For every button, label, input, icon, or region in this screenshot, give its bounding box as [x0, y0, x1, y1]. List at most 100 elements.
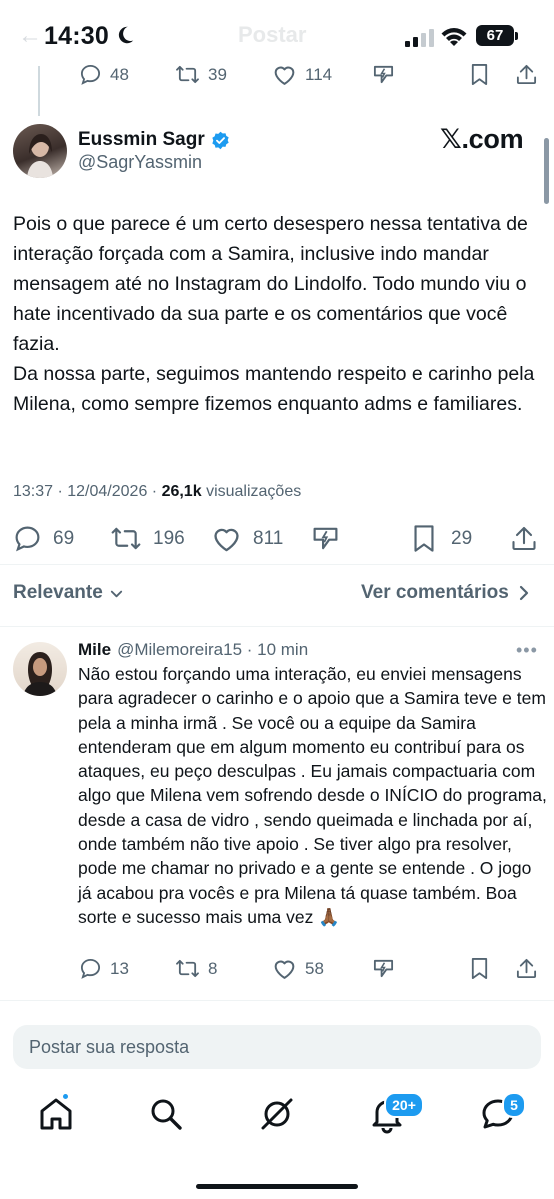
like-icon: [274, 66, 295, 85]
main-tweet-actions: 69 196 811 29: [0, 524, 554, 554]
reply-avatar[interactable]: [13, 642, 67, 696]
xcom-watermark: 𝕏.com: [440, 124, 524, 154]
repost-button[interactable]: 8: [175, 957, 217, 980]
bookmark-button[interactable]: 29: [411, 524, 472, 553]
divider: [0, 564, 554, 565]
share-button[interactable]: [515, 63, 538, 86]
reply-icon: [80, 64, 101, 85]
grok-button[interactable]: [311, 524, 340, 553]
repost-icon: [176, 959, 199, 978]
share-icon: [516, 64, 537, 85]
share-button[interactable]: [515, 957, 538, 980]
reply-author-name: Mile: [78, 640, 112, 659]
signal-icon: [405, 29, 434, 47]
header-title: Postar: [238, 22, 307, 47]
share-icon: [516, 958, 537, 979]
repost-count: 8: [208, 958, 218, 978]
battery-level: 67: [486, 27, 504, 44]
like-count: 811: [253, 527, 284, 549]
reply-button[interactable]: 69: [13, 524, 74, 553]
scrollbar[interactable]: [544, 138, 549, 204]
home-indicator: [196, 1184, 358, 1189]
reply-text: Não estou forçando uma interação, eu env…: [78, 664, 547, 927]
tweet-text-content: Pois o que parece é um certo desespero n…: [13, 213, 535, 415]
repost-count: 196: [153, 527, 185, 549]
more-options-icon[interactable]: •••: [516, 640, 538, 661]
bookmark-icon: [471, 958, 488, 979]
author-name: Eussmin Sagr: [78, 129, 205, 150]
grok-icon: [373, 65, 394, 84]
back-arrow-icon[interactable]: ←: [18, 22, 42, 50]
share-icon: [512, 526, 536, 551]
tab-search[interactable]: [146, 1094, 186, 1134]
status-bar: ← Postar 14:30 67: [0, 0, 554, 72]
share-button[interactable]: [510, 524, 538, 553]
grok-button[interactable]: [372, 957, 395, 980]
reply-count: 13: [110, 958, 129, 978]
notifications-badge: 20+: [384, 1092, 424, 1118]
messages-badge: 5: [502, 1092, 526, 1118]
chevron-down-icon: [110, 590, 122, 597]
author-avatar[interactable]: [13, 124, 67, 178]
like-count: 58: [305, 958, 324, 978]
reply-count: 69: [53, 527, 75, 549]
bookmark-button[interactable]: [469, 63, 490, 86]
grok-tab-icon: [261, 1098, 293, 1130]
battery-tip: [515, 32, 518, 40]
tweet-timestamp[interactable]: 13:37 · 12/04/2026 ·: [13, 483, 162, 500]
tab-home[interactable]: [36, 1092, 76, 1134]
wifi-icon: [441, 28, 467, 46]
search-icon: [151, 1099, 182, 1130]
author-name-row[interactable]: Eussmin Sagr: [78, 129, 230, 151]
repost-icon: [111, 527, 141, 550]
reply-button[interactable]: 48: [79, 63, 129, 86]
reply-icon: [15, 526, 40, 552]
like-icon: [214, 528, 239, 552]
reply-avatar-image: [23, 652, 57, 696]
view-comments-link[interactable]: Ver comentários: [361, 582, 531, 604]
tweet-meta: 13:37 · 12/04/2026 · 26,1k visualizações: [13, 483, 301, 501]
avatar-image: [27, 134, 53, 178]
verified-icon: [212, 131, 229, 149]
sort-label: Relevante: [13, 582, 103, 603]
like-button[interactable]: 811: [211, 524, 283, 553]
like-icon: [274, 960, 295, 979]
reply-button[interactable]: 13: [79, 957, 129, 980]
grok-button[interactable]: [372, 63, 395, 86]
chevron-right-icon: [519, 585, 528, 601]
sort-dropdown[interactable]: Relevante: [13, 582, 124, 604]
reply-header[interactable]: Mile @Milemoreira15 · 10 min: [78, 640, 308, 660]
repost-icon: [176, 65, 199, 84]
tab-grok[interactable]: [257, 1094, 297, 1134]
home-unread-dot: [61, 1092, 70, 1101]
repost-button[interactable]: 196: [110, 524, 185, 553]
home-icon: [40, 1098, 72, 1130]
like-button[interactable]: 114: [272, 63, 332, 86]
reply-composer[interactable]: [13, 1025, 541, 1069]
bookmark-count: 29: [451, 527, 473, 549]
tab-notifications[interactable]: 20+: [367, 1092, 424, 1134]
author-handle[interactable]: @SagrYassmin: [78, 152, 202, 173]
grok-icon: [313, 527, 338, 550]
like-button[interactable]: 58: [272, 957, 324, 980]
divider: [0, 1000, 554, 1001]
reply-actions: 13 8 58: [0, 957, 554, 987]
bookmark-icon: [414, 525, 434, 552]
divider: [0, 626, 554, 627]
tab-messages[interactable]: 5: [478, 1092, 526, 1134]
moon-icon: [118, 26, 134, 44]
battery-icon: 67: [476, 25, 514, 46]
views-count: 26,1k: [161, 483, 202, 500]
bookmark-button[interactable]: [469, 957, 490, 980]
view-comments-label: Ver comentários: [361, 582, 509, 603]
reply-input[interactable]: [29, 1025, 519, 1069]
repost-button[interactable]: 39: [175, 63, 227, 86]
reply-count: 48: [110, 64, 129, 84]
views-label: visualizações: [206, 483, 302, 500]
grok-icon: [373, 959, 394, 978]
reply-meta: @Milemoreira15 · 10 min: [117, 640, 309, 659]
status-time: 14:30: [44, 22, 109, 50]
reply-icon: [80, 958, 101, 979]
like-count: 114: [305, 64, 333, 84]
repost-count: 39: [208, 64, 227, 84]
